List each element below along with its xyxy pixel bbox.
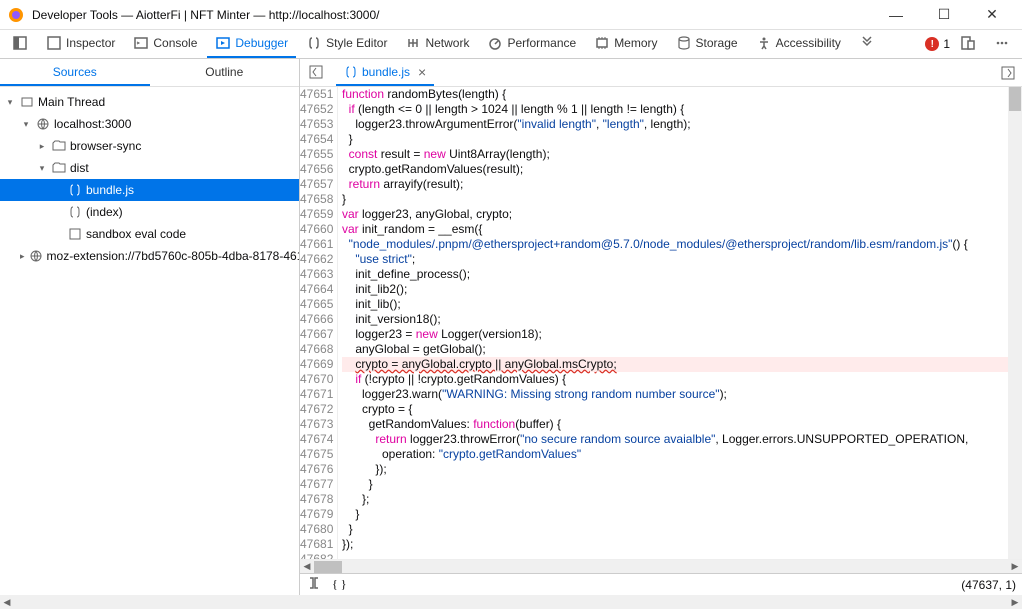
- file-tab-bundle[interactable]: bundle.js×: [336, 60, 434, 86]
- tab-performance[interactable]: Performance: [479, 30, 584, 58]
- tab-accessibility[interactable]: Accessibility: [748, 30, 849, 58]
- outline-tab[interactable]: Outline: [150, 59, 300, 86]
- status-bar: { } (47637, 1): [300, 573, 1022, 595]
- close-tab-icon[interactable]: ×: [418, 64, 426, 80]
- dock-button[interactable]: [4, 30, 36, 58]
- tab-memory[interactable]: Memory: [586, 30, 665, 58]
- toggle-right-panel-button[interactable]: [998, 63, 1018, 83]
- tree-browser-sync[interactable]: ▸browser-sync: [0, 135, 299, 157]
- tab-storage[interactable]: Storage: [668, 30, 746, 58]
- tab-console[interactable]: Console: [125, 30, 205, 58]
- tree-host[interactable]: ▾localhost:3000: [0, 113, 299, 135]
- minimize-button[interactable]: —: [878, 1, 914, 29]
- sources-panel: Sources Outline ▾Main Thread ▾localhost:…: [0, 59, 300, 595]
- panel-horizontal-scrollbar[interactable]: ◀▶: [0, 595, 1022, 609]
- kebab-menu-button[interactable]: [986, 30, 1018, 58]
- more-tabs-button[interactable]: [851, 30, 883, 58]
- file-tab-bar: bundle.js×: [300, 59, 1022, 87]
- devtools-toolbar: Inspector Console Debugger Style Editor …: [0, 30, 1022, 59]
- line-gutter: 4765147652476534765447655476564765747658…: [300, 87, 338, 559]
- tab-debugger[interactable]: Debugger: [207, 30, 296, 58]
- firefox-icon: [8, 7, 24, 23]
- pretty-print-icon[interactable]: [306, 575, 322, 594]
- title-bar: Developer Tools — AiotterFi | NFT Minter…: [0, 0, 1022, 30]
- window-title: Developer Tools — AiotterFi | NFT Minter…: [32, 8, 878, 22]
- horizontal-scrollbar[interactable]: ◀▶: [300, 559, 1022, 573]
- tree-sandbox[interactable]: sandbox eval code: [0, 223, 299, 245]
- tree-dist[interactable]: ▾dist: [0, 157, 299, 179]
- tree-index[interactable]: (index): [0, 201, 299, 223]
- sources-tab[interactable]: Sources: [0, 59, 150, 86]
- tab-network[interactable]: Network: [397, 30, 477, 58]
- tree-bundle-js[interactable]: bundle.js: [0, 179, 299, 201]
- cursor-position: (47637, 1): [961, 578, 1016, 592]
- js-file-icon: [344, 65, 358, 79]
- tree-main-thread[interactable]: ▾Main Thread: [0, 91, 299, 113]
- braces-icon[interactable]: { }: [332, 577, 347, 592]
- maximize-button[interactable]: ☐: [926, 1, 962, 29]
- tab-style-editor[interactable]: Style Editor: [298, 30, 395, 58]
- error-count[interactable]: !1: [925, 37, 950, 51]
- vertical-scrollbar[interactable]: [1008, 87, 1022, 559]
- toggle-left-panel-button[interactable]: [304, 59, 328, 87]
- code-content[interactable]: function randomBytes(length) { if (lengt…: [338, 87, 1022, 559]
- tab-inspector[interactable]: Inspector: [38, 30, 123, 58]
- close-button[interactable]: ✕: [974, 1, 1010, 29]
- tree-moz-extension[interactable]: ▸moz-extension://7bd5760c-805b-4dba-8178…: [0, 245, 299, 267]
- responsive-mode-button[interactable]: [952, 30, 984, 58]
- source-tree[interactable]: ▾Main Thread ▾localhost:3000 ▸browser-sy…: [0, 87, 299, 595]
- code-editor[interactable]: 4765147652476534765447655476564765747658…: [300, 87, 1022, 559]
